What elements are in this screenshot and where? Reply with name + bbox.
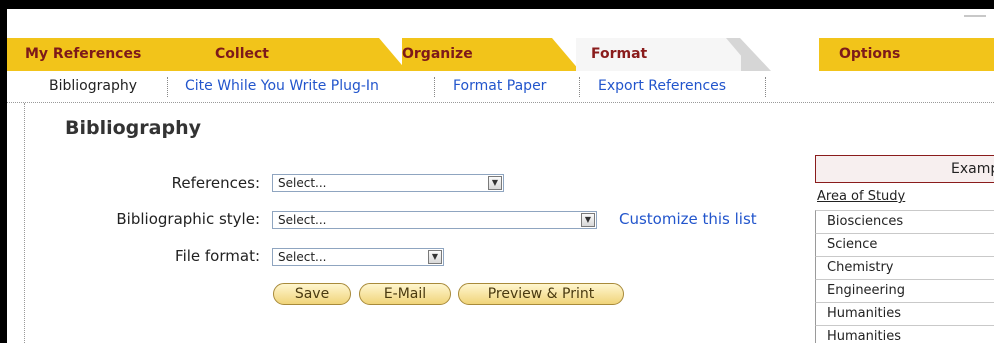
chevron-down-icon[interactable]: ▼ (428, 250, 442, 264)
page-title: Bibliography (65, 117, 201, 139)
tab-organize[interactable]: Organize (402, 38, 580, 71)
area-of-study-link[interactable]: Area of Study (817, 189, 905, 204)
tab-label: Options (839, 46, 901, 62)
file-format-select-value: Select... (278, 250, 327, 264)
chevron-down-icon[interactable]: ▼ (488, 176, 502, 190)
list-item[interactable]: Chemistry (815, 256, 994, 279)
file-format-label: File format: (175, 247, 260, 265)
preview-print-button[interactable]: Preview & Print (458, 283, 624, 305)
tab-my-references[interactable]: My References (7, 38, 207, 71)
bibliographic-style-select[interactable]: Select... ▼ (272, 211, 597, 229)
bibliographic-style-label: Bibliographic style: (116, 210, 260, 228)
subnav-format-paper[interactable]: Format Paper (453, 71, 546, 102)
chevron-down-icon[interactable]: ▼ (581, 213, 595, 227)
tab-label: Format (591, 46, 648, 62)
main-tabs: My References Collect Organize Format Op… (7, 38, 994, 71)
save-button[interactable]: Save (273, 283, 351, 305)
file-format-select[interactable]: Select... ▼ (272, 248, 444, 266)
subnav-divider (434, 77, 435, 97)
customize-list-link[interactable]: Customize this list (619, 210, 757, 228)
tab-label: My References (25, 46, 142, 62)
subnav-divider (167, 77, 168, 97)
references-select[interactable]: Select... ▼ (272, 174, 504, 192)
list-item[interactable]: Science (815, 233, 994, 256)
tab-label: Organize (402, 46, 473, 62)
sub-navigation: Bibliography Cite While You Write Plug-I… (7, 71, 994, 103)
references-select-value: Select... (278, 176, 327, 190)
main-content: Bibliography References: Select... ▼ Bib… (7, 103, 994, 343)
tab-format[interactable]: Format (576, 38, 771, 71)
examples-header: Example (815, 155, 994, 183)
email-button[interactable]: E-Mail (359, 283, 451, 305)
examples-panel: Example Area of Study Biosciences Scienc… (815, 155, 994, 343)
app-frame: My References Collect Organize Format Op… (7, 9, 994, 343)
subnav-cite-while-you-write[interactable]: Cite While You Write Plug-In (185, 71, 379, 102)
content-border (24, 103, 25, 343)
top-strip (7, 9, 994, 38)
tab-collect[interactable]: Collect (197, 38, 407, 71)
window-control[interactable] (964, 15, 986, 17)
references-label: References: (171, 174, 260, 192)
subnav-export-references[interactable]: Export References (598, 71, 726, 102)
subnav-bibliography[interactable]: Bibliography (49, 71, 137, 102)
list-item[interactable]: Biosciences (815, 210, 994, 233)
list-item[interactable]: Humanities (815, 302, 994, 325)
style-select-value: Select... (278, 213, 327, 227)
tab-label: Collect (215, 46, 269, 62)
subnav-divider (579, 77, 580, 97)
list-item[interactable]: Humanities (815, 325, 994, 343)
subnav-divider (765, 77, 766, 97)
list-item[interactable]: Engineering (815, 279, 994, 302)
tab-options[interactable]: Options (819, 38, 994, 71)
